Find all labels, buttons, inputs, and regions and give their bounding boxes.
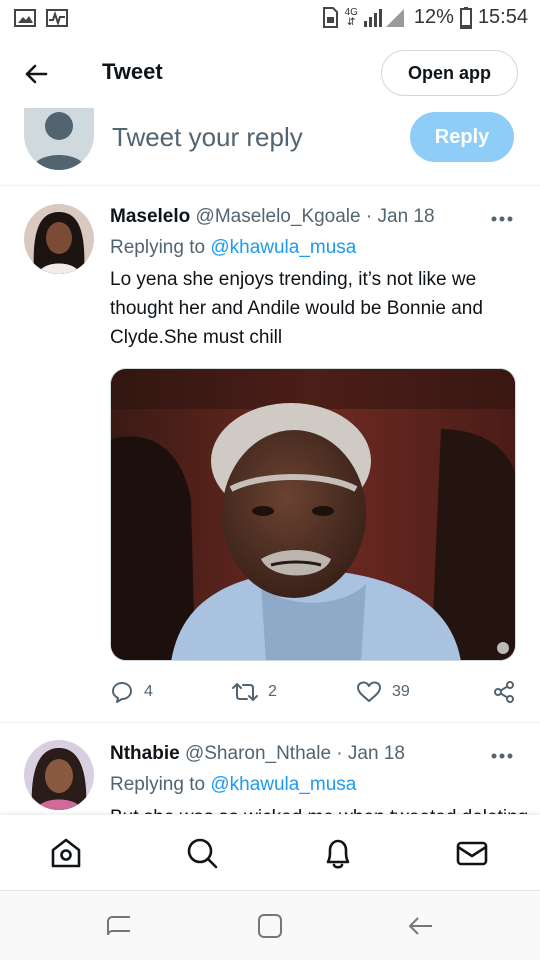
reply-input[interactable]: Tweet your reply <box>112 122 303 153</box>
bell-icon <box>326 839 350 869</box>
reply-count: 4 <box>144 683 153 700</box>
author-handle[interactable]: @Maselelo_Kgoale <box>196 206 361 227</box>
tweet-header: Maselelo @Maselelo_Kgoale · Jan 18 <box>110 206 435 228</box>
more-dots-icon[interactable] <box>490 215 514 223</box>
reply-button[interactable]: Reply <box>410 112 514 162</box>
tweet[interactable]: Nthabie @Sharon_Nthale · Jan 18 Replying… <box>0 723 540 814</box>
tweet-image[interactable] <box>110 368 516 661</box>
mail-icon <box>456 841 488 866</box>
like-action[interactable]: 39 <box>356 680 410 704</box>
reply-action[interactable]: 4 <box>110 680 153 704</box>
separator: · <box>365 206 373 227</box>
gallery-icon <box>14 9 36 27</box>
retweet-icon <box>232 683 258 701</box>
retweet-action[interactable]: 2 <box>232 680 277 704</box>
battery-percent: 12% <box>413 6 454 28</box>
nav-notifications[interactable] <box>318 833 358 873</box>
heart-icon <box>357 681 381 702</box>
share-icon <box>494 681 514 703</box>
replying-to-link[interactable]: @khawula_musa <box>210 237 356 258</box>
status-bar: 4G ⇵ 12% 15:54 <box>0 0 540 38</box>
recent-apps-icon[interactable] <box>104 911 134 941</box>
replying-to: Replying to @khawula_musa <box>110 774 357 795</box>
back-icon[interactable] <box>406 911 436 941</box>
page-title: Tweet <box>102 59 163 84</box>
notification-icons <box>14 9 68 27</box>
home-button-icon[interactable] <box>255 911 285 941</box>
arrow-left-icon[interactable] <box>22 60 50 88</box>
avatar <box>24 108 94 170</box>
more-dots-icon[interactable] <box>490 752 514 760</box>
author-name[interactable]: Maselelo <box>110 206 190 227</box>
home-icon <box>51 838 81 868</box>
system-navigation-bar <box>0 890 540 960</box>
top-app-bar: Tweet Open app <box>0 38 540 108</box>
activity-icon <box>46 9 68 27</box>
open-app-button[interactable]: Open app <box>381 50 518 96</box>
replying-to: Replying to @khawula_musa <box>110 237 357 258</box>
author-name[interactable]: Nthabie <box>110 743 180 764</box>
author-handle[interactable]: @Sharon_Nthale <box>185 743 331 764</box>
network-type: 4G ⇵ <box>344 6 358 28</box>
avatar[interactable] <box>24 740 94 810</box>
tweet-header: Nthabie @Sharon_Nthale · Jan 18 <box>110 743 405 765</box>
search-icon <box>187 838 218 869</box>
clock: 15:54 <box>477 6 528 28</box>
like-count: 39 <box>392 683 410 700</box>
tweet-date[interactable]: Jan 18 <box>378 206 435 227</box>
avatar[interactable] <box>24 204 94 274</box>
sim-icon <box>322 6 338 28</box>
reply-bubble-icon <box>112 682 132 703</box>
tweet-text: Lo yena she enjoys trending, it’s not li… <box>110 269 483 348</box>
tweet-actions: 4 2 39 <box>110 680 520 704</box>
system-status: 4G ⇵ 12% 15:54 <box>321 6 528 29</box>
reply-composer: Tweet your reply Reply <box>0 108 540 186</box>
nav-messages[interactable] <box>452 833 492 873</box>
bottom-navigation <box>0 814 540 890</box>
tweet-text: But she was so wicked me when tweeted de… <box>110 803 530 814</box>
tweet-date[interactable]: Jan 18 <box>348 743 405 764</box>
tweet[interactable]: Maselelo @Maselelo_Kgoale · Jan 18 Reply… <box>0 186 540 722</box>
replying-to-link[interactable]: @khawula_musa <box>210 774 356 795</box>
nav-search[interactable] <box>182 833 222 873</box>
share-action[interactable] <box>492 680 516 704</box>
retweet-count: 2 <box>268 683 277 700</box>
battery-icon <box>459 6 472 29</box>
separator: · <box>336 743 343 764</box>
nav-home[interactable] <box>46 833 86 873</box>
signal-icon <box>363 8 404 27</box>
